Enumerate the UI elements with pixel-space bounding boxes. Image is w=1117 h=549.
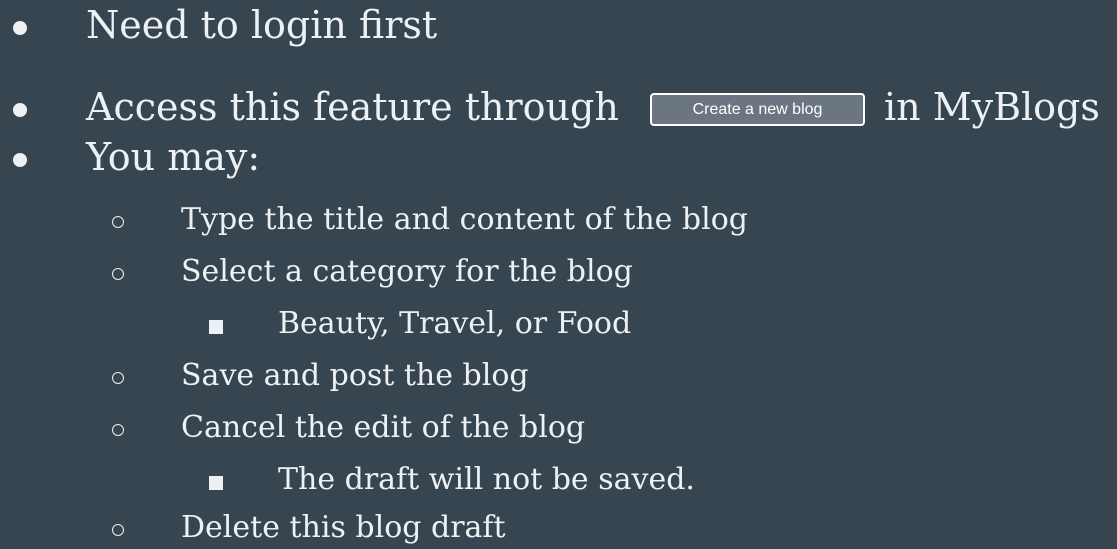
sub-bullet-text: Delete this blog draft <box>181 510 506 545</box>
hollow-circle-bullet-icon <box>112 524 124 536</box>
sub-bullet-text: Type the title and content of the blog <box>181 202 748 237</box>
sub-sub-bullet-item-categories: Beauty, Travel, or Food <box>0 309 1117 345</box>
bullet-text: Need to login first <box>86 3 438 47</box>
bullet-text-suffix: in MyBlogs <box>884 85 1100 129</box>
slide: Need to login first Access this feature … <box>0 0 1117 549</box>
filled-circle-bullet-icon <box>13 21 27 35</box>
sub-sub-bullet-text: Beauty, Travel, or Food <box>278 306 632 341</box>
bullet-item-you-may: You may: <box>0 138 1117 182</box>
sub-bullet-item-cancel-edit: Cancel the edit of the blog <box>0 413 1117 449</box>
sub-sub-bullet-item-draft-note: The draft will not be saved. <box>0 465 1117 501</box>
sub-bullet-text: Save and post the blog <box>181 358 529 393</box>
create-new-blog-button[interactable]: Create a new blog <box>650 93 865 126</box>
sub-bullet-item-save-post: Save and post the blog <box>0 361 1117 397</box>
bullet-text: You may: <box>86 135 261 179</box>
hollow-circle-bullet-icon <box>112 216 124 228</box>
square-bullet-icon <box>209 320 223 334</box>
square-bullet-icon <box>209 476 223 490</box>
sub-sub-bullet-text: The draft will not be saved. <box>278 462 695 497</box>
sub-bullet-text: Cancel the edit of the blog <box>181 410 586 445</box>
bullet-text: Access this feature through <box>86 85 619 129</box>
filled-circle-bullet-icon <box>13 103 27 117</box>
bullet-item-login: Need to login first <box>0 6 1117 50</box>
hollow-circle-bullet-icon <box>112 424 124 436</box>
bullet-item-access: Access this feature through in MyBlogs <box>0 88 1117 132</box>
sub-bullet-item-select-category: Select a category for the blog <box>0 257 1117 293</box>
sub-bullet-item-delete-draft: Delete this blog draft <box>0 513 1117 549</box>
hollow-circle-bullet-icon <box>112 268 124 280</box>
sub-bullet-text: Select a category for the blog <box>181 254 633 289</box>
sub-bullet-item-type-title: Type the title and content of the blog <box>0 205 1117 241</box>
hollow-circle-bullet-icon <box>112 372 124 384</box>
filled-circle-bullet-icon <box>13 153 27 167</box>
